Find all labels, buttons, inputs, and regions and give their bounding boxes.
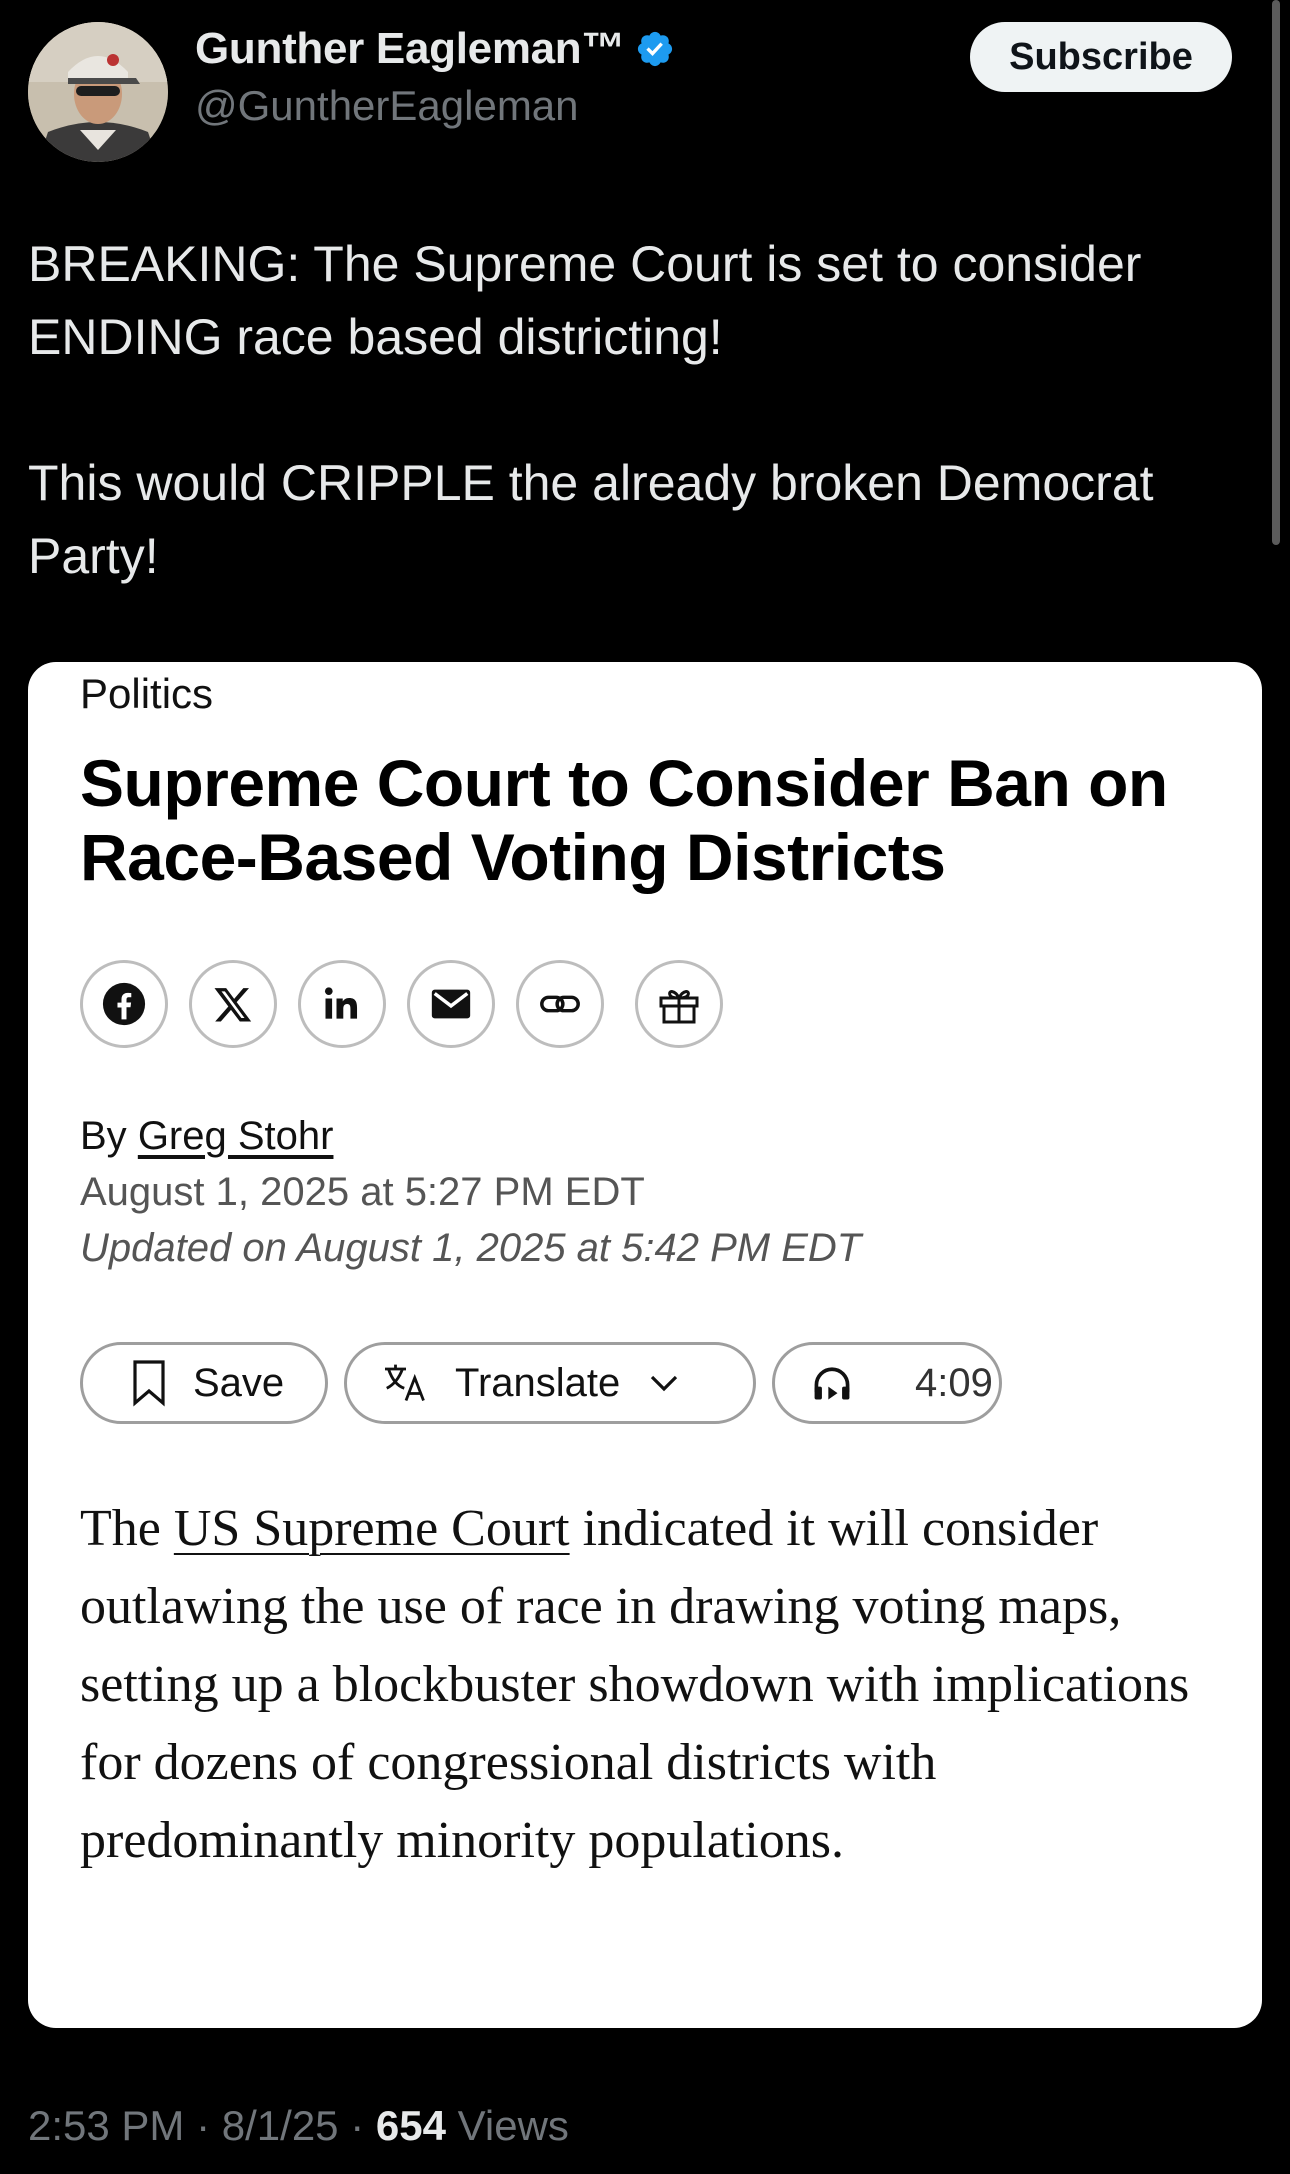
article-category: Politics xyxy=(80,670,214,717)
meta-separator: · xyxy=(196,2102,211,2149)
tweet-text: BREAKING: The Supreme Court is set to co… xyxy=(28,228,1248,593)
linkedin-icon xyxy=(324,987,358,1019)
tweet-header: Gunther Eagleman™ @GuntherEagleman Subsc… xyxy=(28,22,1248,162)
audio-duration: 4:09 xyxy=(915,1360,993,1405)
email-share-button[interactable] xyxy=(407,960,495,1048)
scrollbar[interactable] xyxy=(1272,0,1280,545)
subscribe-button[interactable]: Subscribe xyxy=(970,22,1232,92)
tweet-paragraph: BREAKING: The Supreme Court is set to co… xyxy=(28,236,1142,365)
linkedin-share-button[interactable] xyxy=(298,960,386,1048)
tweet-time[interactable]: 2:53 PM xyxy=(28,2102,184,2149)
author-names: Gunther Eagleman™ @GuntherEagleman xyxy=(195,22,675,130)
chevron-down-icon xyxy=(650,1374,678,1392)
facebook-icon xyxy=(102,982,146,1026)
save-button[interactable]: Save xyxy=(80,1342,328,1424)
translate-button[interactable]: Translate xyxy=(344,1342,756,1424)
views-count[interactable]: 654 xyxy=(376,2102,446,2149)
translate-label: Translate xyxy=(455,1360,621,1405)
body-prefix: The xyxy=(80,1500,161,1557)
headphones-icon xyxy=(809,1361,855,1405)
listen-button[interactable]: 4:09 xyxy=(772,1342,1002,1424)
verified-badge-icon xyxy=(638,31,673,67)
byline: By Greg Stohr xyxy=(80,1114,333,1159)
x-icon xyxy=(214,988,252,1022)
share-buttons xyxy=(80,960,744,1048)
article-headline: Supreme Court to Consider Ban on Race-Ba… xyxy=(80,746,1168,894)
translate-icon xyxy=(383,1362,429,1404)
published-timestamp: August 1, 2025 at 5:27 PM EDT xyxy=(80,1170,645,1214)
article-card[interactable]: Politics Supreme Court to Consider Ban o… xyxy=(28,662,1262,2028)
handle[interactable]: @GuntherEagleman xyxy=(195,82,675,130)
supreme-court-link[interactable]: US Supreme Court xyxy=(174,1500,570,1557)
updated-timestamp: Updated on August 1, 2025 at 5:42 PM EDT xyxy=(80,1226,862,1270)
tweet-meta: 2:53 PM · 8/1/25 · 654 Views xyxy=(28,2102,569,2150)
display-name-row: Gunther Eagleman™ xyxy=(195,22,675,76)
save-label: Save xyxy=(193,1360,285,1405)
gift-article-button[interactable] xyxy=(635,960,723,1048)
display-name[interactable]: Gunther Eagleman™ xyxy=(195,24,625,74)
x-share-button[interactable] xyxy=(189,960,277,1048)
gift-icon xyxy=(659,990,699,1024)
byline-prefix: By xyxy=(80,1114,127,1158)
avatar[interactable] xyxy=(28,22,168,162)
author-link[interactable]: Greg Stohr xyxy=(138,1114,334,1158)
tweet-date[interactable]: 8/1/25 xyxy=(222,2102,339,2149)
meta-separator: · xyxy=(350,2102,365,2149)
tweet-paragraph: This would CRIPPLE the already broken De… xyxy=(28,455,1154,584)
link-icon xyxy=(540,995,580,1013)
copy-link-button[interactable] xyxy=(516,960,604,1048)
bookmark-icon xyxy=(131,1359,167,1407)
facebook-share-button[interactable] xyxy=(80,960,168,1048)
email-icon xyxy=(431,989,471,1019)
views-label: Views xyxy=(457,2102,569,2149)
article-body: The US Supreme Court indicated it will c… xyxy=(80,1490,1230,1880)
